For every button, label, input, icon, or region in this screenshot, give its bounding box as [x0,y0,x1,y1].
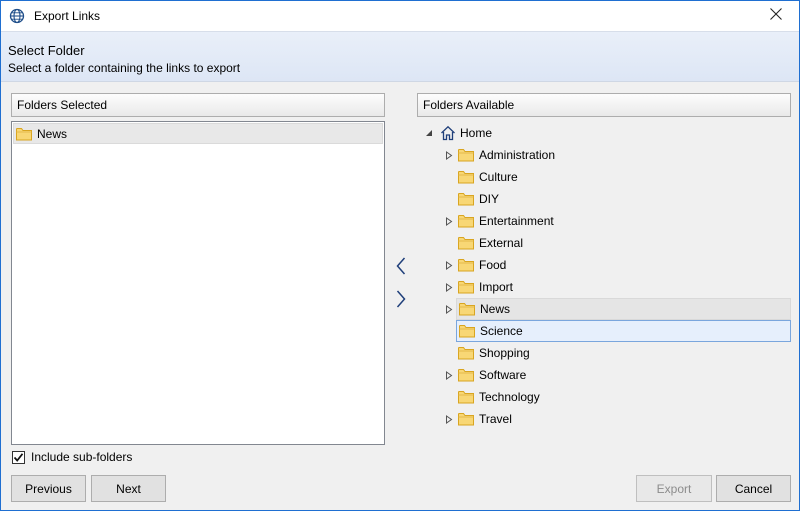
folders-selected-header: Folders Selected [11,93,385,117]
move-left-button[interactable] [393,256,409,278]
title-bar[interactable]: Export Links [1,1,799,31]
tree-node-food[interactable]: Food [456,254,791,276]
folder-icon [459,302,475,316]
tree-node-label: Culture [479,170,518,184]
folder-icon [16,127,32,141]
collapsed-triangle-icon[interactable] [444,260,454,270]
tree-node-import[interactable]: Import [456,276,791,298]
globe-link-icon [9,8,25,24]
expanded-triangle-icon[interactable] [424,128,434,138]
tree-node-culture[interactable]: Culture [456,166,791,188]
tree-node-shopping[interactable]: Shopping [456,342,791,364]
move-right-button[interactable] [393,289,409,311]
tree-node-label: Shopping [479,346,530,360]
tree-node-label: Import [479,280,514,294]
list-item[interactable]: News [13,123,383,144]
tree-node-diy[interactable]: DIY [456,188,791,210]
folder-icon [458,236,474,250]
collapsed-triangle-icon[interactable] [444,150,454,160]
collapsed-triangle-icon[interactable] [444,216,454,226]
window-title: Export Links [34,9,101,23]
checkmark-icon [13,452,24,462]
tree-node-administration[interactable]: Administration [456,144,791,166]
tree-node-label: External [479,236,524,250]
folder-icon [458,258,474,272]
page-subtitle: Select a folder containing the links to … [8,61,241,75]
folders-available-header: Folders Available [417,93,791,117]
include-subfolders-checkbox[interactable] [12,450,25,464]
folders-selected-list[interactable]: News [11,121,385,445]
export-button[interactable]: Export [636,475,712,502]
collapsed-triangle-icon[interactable] [444,370,454,380]
tree-node-news[interactable]: News [456,298,791,320]
tree-node-label: Administration [479,148,556,162]
export-links-dialog: Export Links Select Folder Select a fold… [0,0,800,511]
folder-icon [459,324,475,338]
tree-node-label: Technology [479,390,540,404]
collapsed-triangle-icon[interactable] [444,282,454,292]
page-title: Select Folder [8,43,85,58]
tree-node-label: Science [480,324,523,338]
previous-button[interactable]: Previous [11,475,86,502]
tree-node-label: Travel [479,412,512,426]
folder-icon [458,368,474,382]
tree-node-label: DIY [479,192,500,206]
folder-icon [458,412,474,426]
list-item-label: News [37,126,68,141]
folder-icon [458,192,474,206]
cancel-button[interactable]: Cancel [716,475,791,502]
tree-node-external[interactable]: External [456,232,791,254]
tree-node-entertainment[interactable]: Entertainment [456,210,791,232]
tree-node-technology[interactable]: Technology [456,386,791,408]
tree-node-label: Entertainment [479,214,554,228]
tree-node-home[interactable]: Home [424,122,492,144]
tree-node-software[interactable]: Software [456,364,791,386]
tree-node-label: Food [479,258,507,272]
folder-icon [458,390,474,404]
include-subfolders-label: Include sub-folders [31,450,133,464]
collapsed-triangle-icon[interactable] [444,414,454,424]
folder-icon [458,148,474,162]
include-subfolders-option[interactable]: Include sub-folders [12,449,132,465]
tree-node-label: News [480,302,511,316]
folder-icon [458,214,474,228]
close-icon [770,8,782,23]
collapsed-triangle-icon[interactable] [444,304,454,314]
chevron-right-icon [396,290,406,311]
folder-icon [458,280,474,294]
close-button[interactable] [753,1,799,30]
home-icon [440,125,456,141]
tree-node-label: Software [479,368,527,382]
chevron-left-icon [396,257,406,278]
dialog-header: Select Folder Select a folder containing… [1,31,799,82]
tree-node-travel[interactable]: Travel [456,408,791,430]
tree-node-label: Home [460,126,493,140]
folder-icon [458,170,474,184]
folder-icon [458,346,474,360]
next-button[interactable]: Next [91,475,166,502]
tree-node-science[interactable]: Science [456,320,791,342]
